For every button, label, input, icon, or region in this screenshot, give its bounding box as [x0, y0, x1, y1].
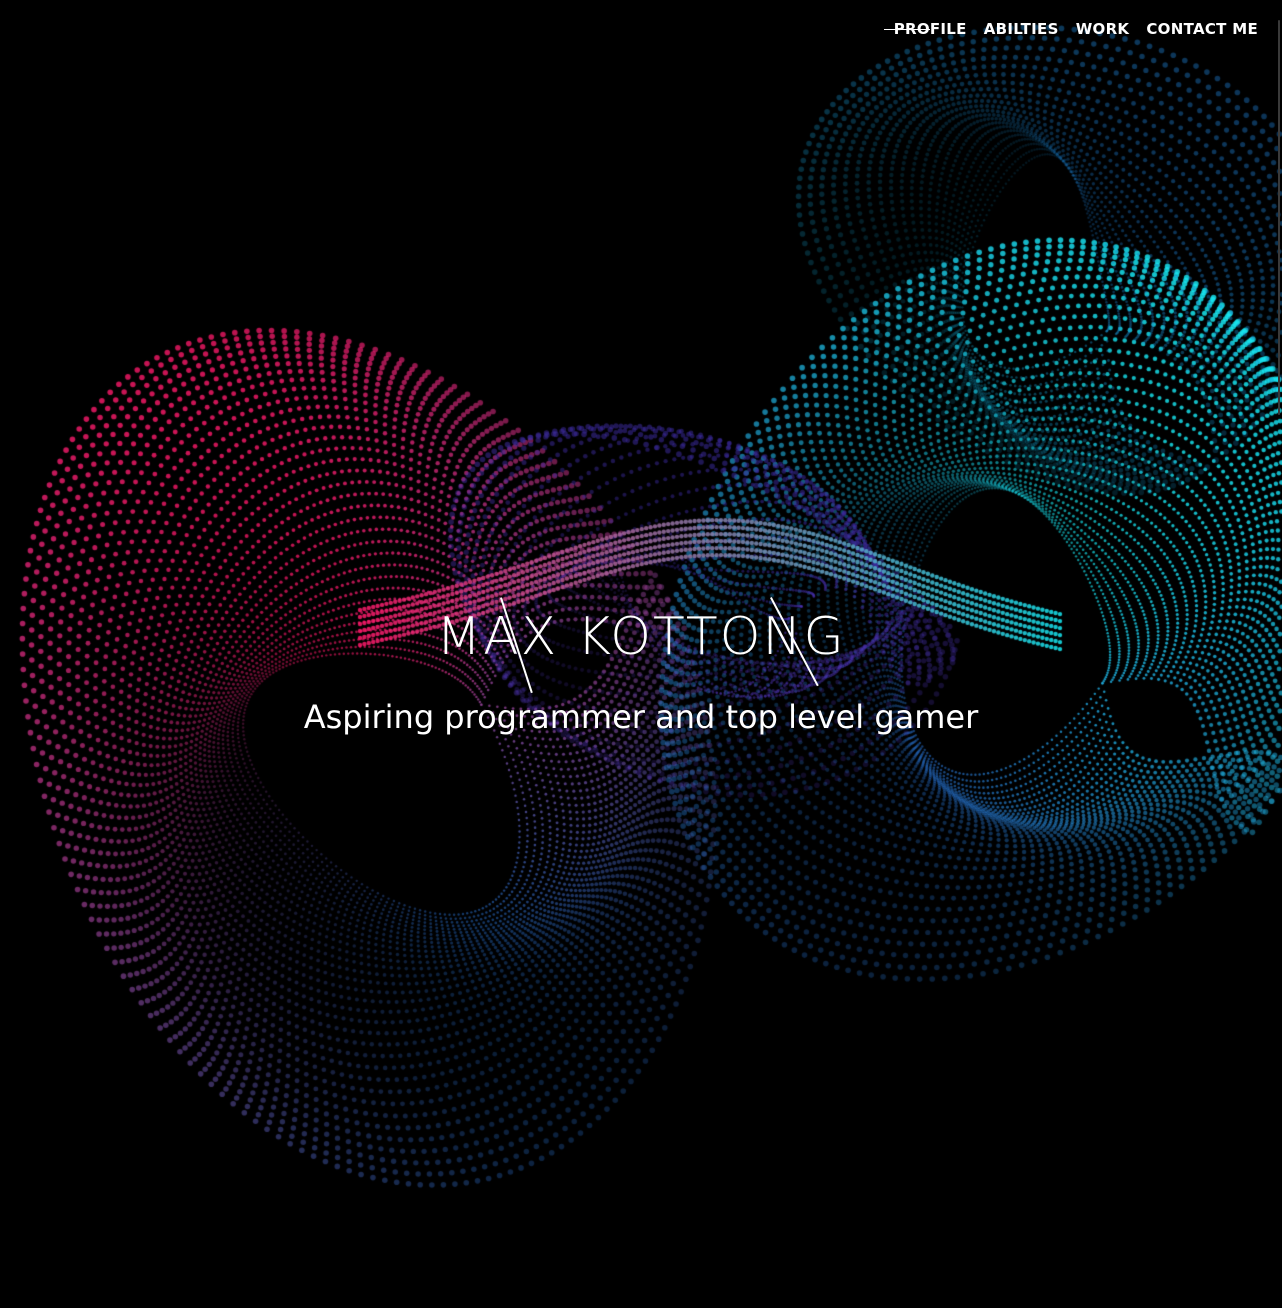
- main-nav: PROFILE ABILTIES WORK CONTACT ME: [883, 19, 1258, 39]
- nav-link-contact[interactable]: CONTACT ME: [1146, 19, 1258, 39]
- nav-link-abilities[interactable]: ABILTIES: [984, 19, 1059, 39]
- nav-link-work[interactable]: WORK: [1076, 19, 1130, 39]
- nav-link-profile[interactable]: PROFILE: [883, 19, 967, 39]
- page-scrollbar[interactable]: [1278, 20, 1280, 415]
- hero-title: MAX KOTTONG: [436, 607, 846, 667]
- hero-subtitle: Aspiring programmer and top level gamer: [303, 698, 979, 736]
